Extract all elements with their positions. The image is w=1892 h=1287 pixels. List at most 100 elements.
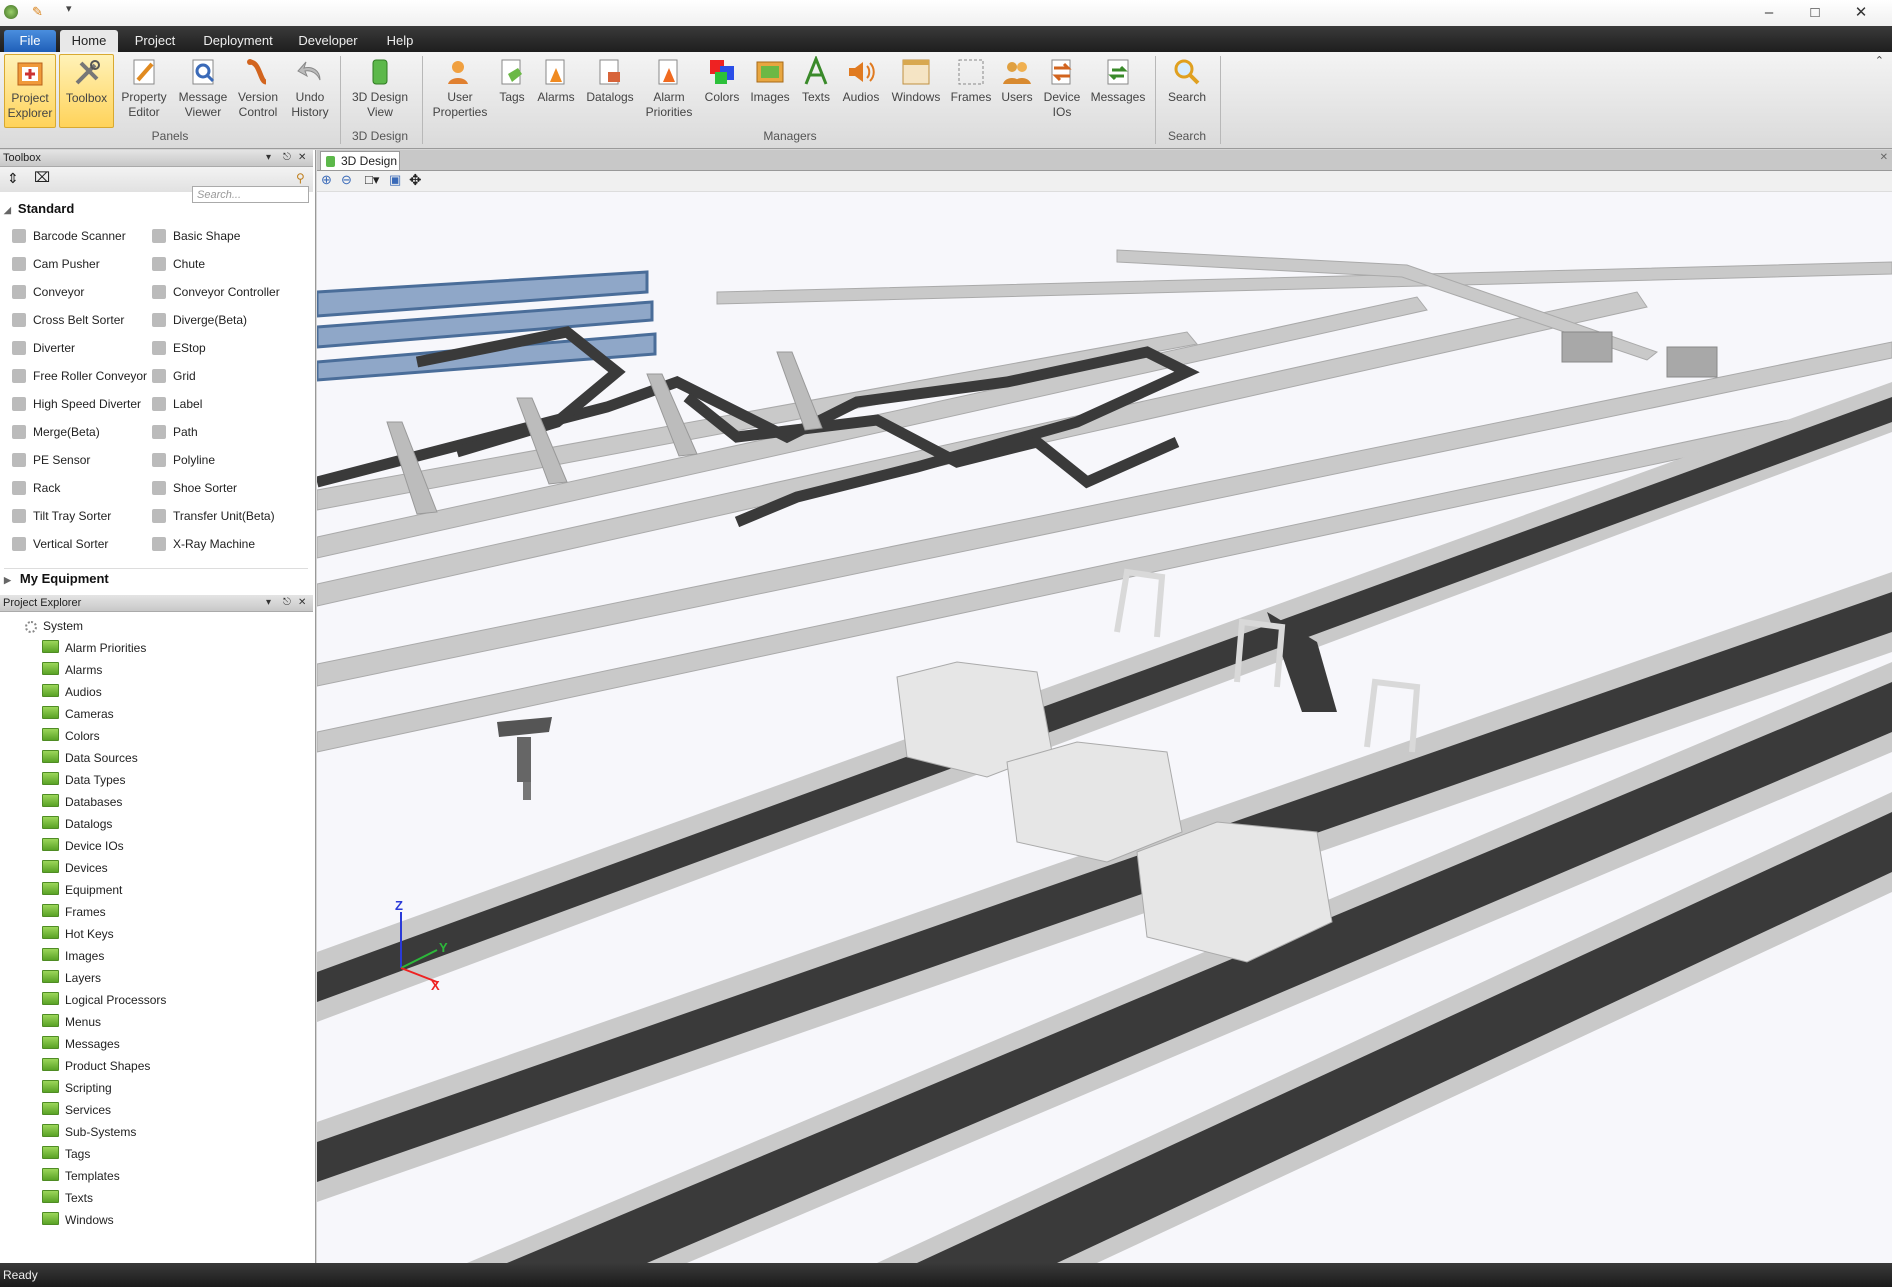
toolbox-item[interactable]: Diverter bbox=[12, 338, 75, 358]
menu-file[interactable]: File bbox=[4, 30, 56, 52]
toolbox-item[interactable]: Cross Belt Sorter bbox=[12, 310, 124, 330]
zoom-out-icon[interactable]: ⊖ bbox=[341, 172, 352, 188]
tree-root-system[interactable]: System bbox=[25, 616, 83, 636]
tree-item[interactable]: Windows bbox=[42, 1210, 114, 1230]
toolbox-item[interactable]: Basic Shape bbox=[152, 226, 240, 246]
datalogs-button[interactable]: Datalogs bbox=[582, 54, 638, 126]
tree-item[interactable]: Images bbox=[42, 946, 104, 966]
tree-item[interactable]: Tags bbox=[42, 1144, 90, 1164]
alarm-priorities-button[interactable]: Alarm Priorities bbox=[640, 54, 698, 126]
tags-button[interactable]: Tags bbox=[495, 54, 529, 126]
zoom-in-icon[interactable]: ⊕ bbox=[321, 172, 332, 188]
images-button[interactable]: Images bbox=[748, 54, 792, 126]
device-ios-button[interactable]: Device IOs bbox=[1040, 54, 1084, 126]
standard-category[interactable]: ◢ Standard bbox=[4, 201, 74, 216]
app-icon[interactable] bbox=[4, 5, 18, 19]
toolbox-item[interactable]: Label bbox=[152, 394, 202, 414]
toolbox-item[interactable]: Free Roller Conveyor bbox=[12, 366, 147, 386]
3d-viewport[interactable]: Z Y X bbox=[317, 192, 1892, 1263]
select-box-icon[interactable]: □▾ bbox=[365, 172, 379, 188]
pin-icon[interactable]: ⎋ bbox=[283, 595, 291, 611]
toolbox-item[interactable]: Polyline bbox=[152, 450, 215, 470]
toolbox-item[interactable]: Grid bbox=[152, 366, 196, 386]
project-explorer-button[interactable]: Project Explorer bbox=[4, 54, 56, 128]
toolbox-item[interactable]: Cam Pusher bbox=[12, 254, 100, 274]
toolbox-item[interactable]: Path bbox=[152, 422, 198, 442]
toolbox-item[interactable]: X-Ray Machine bbox=[152, 534, 255, 554]
tree-item[interactable]: Scripting bbox=[42, 1078, 112, 1098]
undo-history-button[interactable]: Undo History bbox=[286, 54, 334, 126]
3d-design-view-button[interactable]: 3D Design View bbox=[346, 54, 414, 126]
toolbox-item[interactable]: Tilt Tray Sorter bbox=[12, 506, 111, 526]
marquee-select-icon[interactable]: ▣ bbox=[389, 172, 401, 188]
panel-dropdown-icon[interactable]: ▾ bbox=[266, 595, 271, 611]
maximize-icon[interactable]: □ bbox=[1792, 2, 1838, 24]
menu-project[interactable]: Project bbox=[125, 30, 185, 52]
tree-item[interactable]: Logical Processors bbox=[42, 990, 166, 1010]
tab-close-icon[interactable]: ✕ bbox=[1880, 152, 1888, 163]
toolbox-item[interactable]: Vertical Sorter bbox=[12, 534, 108, 554]
panel-close-icon[interactable]: ✕ bbox=[298, 150, 306, 166]
ribbon-collapse-icon[interactable]: ⌃ bbox=[1875, 54, 1884, 67]
quick-access-dropdown-icon[interactable]: ▾ bbox=[66, 2, 72, 15]
property-editor-button[interactable]: Property Editor bbox=[116, 54, 172, 126]
audios-button[interactable]: Audios bbox=[838, 54, 884, 126]
toolbox-item[interactable]: EStop bbox=[152, 338, 206, 358]
scene-3d[interactable]: Z Y X bbox=[317, 192, 1892, 1263]
users-button[interactable]: Users bbox=[996, 54, 1038, 126]
pin-icon[interactable]: ⎋ bbox=[283, 150, 291, 166]
tree-item[interactable]: Device IOs bbox=[42, 836, 124, 856]
toolbox-item[interactable]: Rack bbox=[12, 478, 60, 498]
toolbox-item[interactable]: Chute bbox=[152, 254, 205, 274]
toolbox-item[interactable]: Diverge(Beta) bbox=[152, 310, 247, 330]
my-equipment-category[interactable]: ▶ My Equipment bbox=[4, 571, 109, 586]
toolbox-item[interactable]: Merge(Beta) bbox=[12, 422, 100, 442]
tree-item[interactable]: Texts bbox=[42, 1188, 93, 1208]
pan-move-icon[interactable]: ✥ bbox=[409, 171, 422, 189]
menu-developer[interactable]: Developer bbox=[290, 30, 366, 52]
tree-item[interactable]: Alarms bbox=[42, 660, 102, 680]
collapse-all-icon[interactable]: ⌧ bbox=[34, 169, 50, 186]
texts-button[interactable]: Texts bbox=[796, 54, 836, 126]
tree-item[interactable]: Data Sources bbox=[42, 748, 138, 768]
tree-item[interactable]: Layers bbox=[42, 968, 101, 988]
version-control-button[interactable]: Version Control bbox=[232, 54, 284, 126]
toolbox-search-input[interactable]: Search... bbox=[192, 186, 309, 203]
search-icon[interactable]: ⚲ bbox=[296, 171, 305, 185]
tab-3d-design[interactable]: 3D Design bbox=[320, 151, 400, 170]
tree-item[interactable]: Audios bbox=[42, 682, 102, 702]
toolbox-item[interactable]: High Speed Diverter bbox=[12, 394, 141, 414]
sort-icon[interactable]: ⇕ bbox=[7, 170, 19, 187]
colors-button[interactable]: Colors bbox=[700, 54, 744, 126]
frames-button[interactable]: Frames bbox=[948, 54, 994, 126]
toolbox-item[interactable]: Conveyor bbox=[12, 282, 84, 302]
search-button[interactable]: Search bbox=[1160, 54, 1214, 126]
tree-item[interactable]: Cameras bbox=[42, 704, 114, 724]
tree-item[interactable]: Frames bbox=[42, 902, 106, 922]
toolbox-item[interactable]: Barcode Scanner bbox=[12, 226, 126, 246]
tree-item[interactable]: Product Shapes bbox=[42, 1056, 150, 1076]
tree-item[interactable]: Colors bbox=[42, 726, 100, 746]
tree-item[interactable]: Equipment bbox=[42, 880, 122, 900]
tree-item[interactable]: Templates bbox=[42, 1166, 120, 1186]
menu-home[interactable]: Home bbox=[60, 30, 118, 52]
windows-button[interactable]: Windows bbox=[886, 54, 946, 126]
menu-help[interactable]: Help bbox=[376, 30, 424, 52]
minimize-icon[interactable]: – bbox=[1746, 2, 1792, 24]
tree-item[interactable]: Databases bbox=[42, 792, 122, 812]
tree-item[interactable]: Alarm Priorities bbox=[42, 638, 146, 658]
tree-item[interactable]: Services bbox=[42, 1100, 111, 1120]
panel-dropdown-icon[interactable]: ▾ bbox=[266, 150, 271, 166]
panel-close-icon[interactable]: ✕ bbox=[298, 595, 306, 611]
toolbox-item[interactable]: Conveyor Controller bbox=[152, 282, 280, 302]
tree-item[interactable]: Hot Keys bbox=[42, 924, 114, 944]
toolbox-item[interactable]: Transfer Unit(Beta) bbox=[152, 506, 275, 526]
alarms-button[interactable]: Alarms bbox=[535, 54, 577, 126]
toolbox-item[interactable]: Shoe Sorter bbox=[152, 478, 237, 498]
tree-item[interactable]: Devices bbox=[42, 858, 108, 878]
menu-deployment[interactable]: Deployment bbox=[198, 30, 278, 52]
tree-item[interactable]: Data Types bbox=[42, 770, 125, 790]
tree-item[interactable]: Sub-Systems bbox=[42, 1122, 136, 1142]
tree-item[interactable]: Datalogs bbox=[42, 814, 112, 834]
toolbox-item[interactable]: PE Sensor bbox=[12, 450, 90, 470]
